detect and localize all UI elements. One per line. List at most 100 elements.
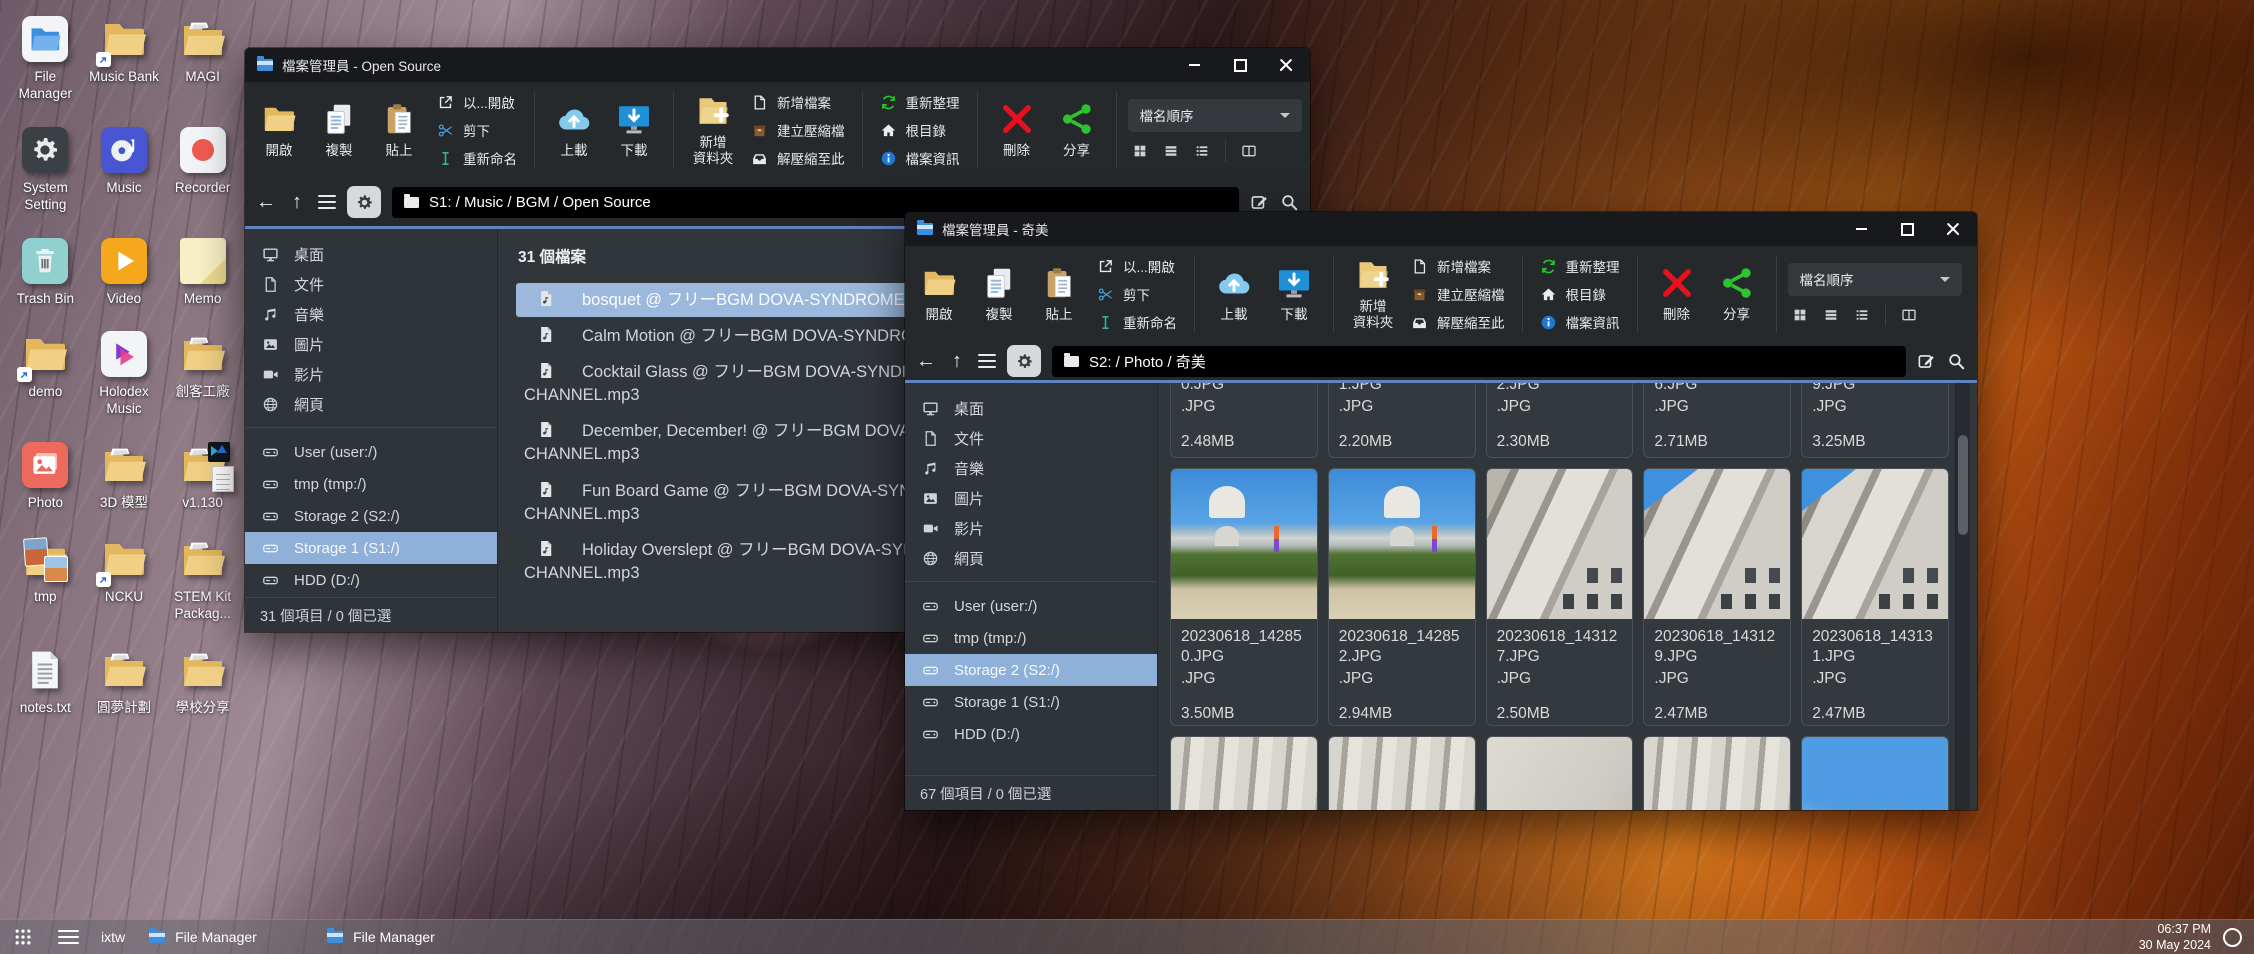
desktop-icon-dream-plan[interactable]: 圓夢計劃 xyxy=(85,641,164,721)
sidebar-item-web[interactable]: 網頁 xyxy=(905,543,1157,573)
root-button[interactable]: 根目錄 xyxy=(1540,284,1620,304)
grid-view-button[interactable] xyxy=(1132,143,1148,159)
refresh-button[interactable]: 重新整理 xyxy=(1540,256,1620,276)
up-button[interactable]: ↑ xyxy=(287,192,307,212)
photo-cell[interactable]: 20230618_143131.JPG.JPG2.47MB xyxy=(1801,468,1949,726)
search-button[interactable] xyxy=(1280,193,1299,212)
dual-pane-button[interactable] xyxy=(1901,307,1917,323)
desktop-icon-magi[interactable]: MAGI xyxy=(163,10,242,107)
desktop-icon-v1130[interactable]: v1.130 xyxy=(163,436,242,516)
file-info-button[interactable]: 檔案資訊 xyxy=(880,148,960,168)
sidebar-item-videos[interactable]: 影片 xyxy=(905,513,1157,543)
upload-button[interactable]: 上載 xyxy=(544,101,604,159)
detail-view-button[interactable] xyxy=(1194,143,1210,159)
photo-cell[interactable]: 9.JPG.JPG3.25MB xyxy=(1801,383,1949,458)
sidebar-item-documents[interactable]: 文件 xyxy=(245,269,497,299)
copy-button[interactable]: 複製 xyxy=(969,265,1029,323)
photo-cell[interactable] xyxy=(1801,736,1949,810)
sidebar-item-storage1-drive[interactable]: Storage 1 (S1:/) xyxy=(245,532,497,564)
settings-button[interactable] xyxy=(347,186,381,218)
download-button[interactable]: 下載 xyxy=(1264,265,1324,323)
open-button[interactable]: 開啟 xyxy=(909,265,969,323)
back-button[interactable]: ← xyxy=(256,192,276,212)
sidebar-item-pictures[interactable]: 圖片 xyxy=(905,483,1157,513)
photo-cell[interactable]: 6.JPG.JPG2.71MB xyxy=(1643,383,1791,458)
titlebar[interactable]: 檔案管理員 - Open Source xyxy=(245,48,1310,82)
paste-button[interactable]: 貼上 xyxy=(1029,265,1089,323)
back-button[interactable]: ← xyxy=(916,351,936,371)
sidebar-item-storage1-drive[interactable]: Storage 1 (S1:/) xyxy=(905,686,1157,718)
create-archive-button[interactable]: 建立壓縮檔 xyxy=(751,120,845,140)
desktop-icon-maker-factory[interactable]: 創客工廠 xyxy=(163,325,242,422)
sidebar-item-desktop[interactable]: 桌面 xyxy=(245,239,497,269)
desktop-icon-ncku[interactable]: NCKU xyxy=(85,530,164,627)
minimize-button[interactable] xyxy=(1186,57,1202,73)
desktop-icon-music-bank[interactable]: Music Bank xyxy=(85,10,164,107)
titlebar[interactable]: 檔案管理員 - 奇美 xyxy=(905,212,1977,246)
sort-dropdown[interactable]: 檔名順序 xyxy=(1788,263,1962,296)
photo-cell[interactable] xyxy=(1328,736,1476,810)
clock[interactable]: 06:37 PM 30 May 2024 xyxy=(2139,921,2211,954)
sidebar-item-user-drive[interactable]: User (user:/) xyxy=(245,436,497,468)
sidebar-item-hdd-drive[interactable]: HDD (D:/) xyxy=(905,718,1157,750)
desktop-icon-video[interactable]: Video xyxy=(85,232,164,312)
open-with-button[interactable]: 以...開啟 xyxy=(437,92,517,112)
photo-cell[interactable]: 20230618_142850.JPG.JPG3.50MB xyxy=(1170,468,1318,726)
desktop-icon-holodex-music[interactable]: Holodex Music xyxy=(85,325,164,422)
up-button[interactable]: ↑ xyxy=(947,351,967,371)
desktop-icon-notes-txt[interactable]: notes.txt xyxy=(6,641,85,721)
desktop-icon-file-manager[interactable]: File Manager xyxy=(6,10,85,107)
maximize-button[interactable] xyxy=(1232,57,1248,73)
app-launcher-button[interactable] xyxy=(0,927,46,947)
sidebar-item-videos[interactable]: 影片 xyxy=(245,359,497,389)
sidebar-item-music[interactable]: 音樂 xyxy=(905,453,1157,483)
photo-cell[interactable] xyxy=(1170,736,1318,810)
sidebar-item-documents[interactable]: 文件 xyxy=(905,423,1157,453)
sidebar-item-tmp-drive[interactable]: tmp (tmp:/) xyxy=(245,468,497,500)
new-file-button[interactable]: 新增檔案 xyxy=(1411,256,1505,276)
menu-button[interactable] xyxy=(318,195,336,209)
share-button[interactable]: 分享 xyxy=(1047,101,1107,159)
desktop-icon-memo[interactable]: Memo xyxy=(163,232,242,312)
file-info-button[interactable]: 檔案資訊 xyxy=(1540,312,1620,332)
search-button[interactable] xyxy=(1947,352,1966,371)
desktop-icon-stem-kit[interactable]: STEM Kit Packag... xyxy=(163,530,242,627)
paste-button[interactable]: 貼上 xyxy=(369,101,429,159)
desktop-icon-trash-bin[interactable]: Trash Bin xyxy=(6,232,85,312)
grid-view-button[interactable] xyxy=(1792,307,1808,323)
close-button[interactable] xyxy=(1278,57,1294,73)
photo-cell[interactable] xyxy=(1643,736,1791,810)
taskbar-task-file-manager-1[interactable]: File Manager xyxy=(149,929,301,945)
sidebar-item-tmp-drive[interactable]: tmp (tmp:/) xyxy=(905,622,1157,654)
photo-cell[interactable]: 20230618_142852.JPG.JPG2.94MB xyxy=(1328,468,1476,726)
photo-cell[interactable]: 1.JPG.JPG2.20MB xyxy=(1328,383,1476,458)
edit-path-button[interactable] xyxy=(1250,193,1269,212)
delete-button[interactable]: 刪除 xyxy=(987,101,1047,159)
new-file-button[interactable]: 新增檔案 xyxy=(751,92,845,112)
taskbar-task-file-manager-2[interactable]: File Manager xyxy=(327,929,479,945)
sidebar-item-desktop[interactable]: 桌面 xyxy=(905,393,1157,423)
maximize-button[interactable] xyxy=(1899,221,1915,237)
desktop-icon-system-setting[interactable]: System Setting xyxy=(6,121,85,218)
sort-dropdown[interactable]: 檔名順序 xyxy=(1128,99,1302,132)
task-list-button[interactable] xyxy=(58,930,79,945)
desktop-icon-3d-models[interactable]: 3D 模型 xyxy=(85,436,164,516)
photo-cell[interactable]: 20230618_143129.JPG.JPG2.47MB xyxy=(1643,468,1791,726)
desktop-icon-tmp[interactable]: tmp xyxy=(6,530,85,627)
desktop-icon-recorder[interactable]: Recorder xyxy=(163,121,242,218)
upload-button[interactable]: 上載 xyxy=(1204,265,1264,323)
new-folder-button[interactable]: 新增資料夾 xyxy=(683,93,743,166)
desktop-icon-music[interactable]: Music xyxy=(85,121,164,218)
edit-path-button[interactable] xyxy=(1917,352,1936,371)
refresh-button[interactable]: 重新整理 xyxy=(880,92,960,112)
path-field[interactable]: S2: / Photo / 奇美 xyxy=(1052,346,1906,377)
create-archive-button[interactable]: 建立壓縮檔 xyxy=(1411,284,1505,304)
scrollbar[interactable] xyxy=(1955,383,1970,810)
dual-pane-button[interactable] xyxy=(1241,143,1257,159)
list-view-button[interactable] xyxy=(1823,307,1839,323)
open-with-button[interactable]: 以...開啟 xyxy=(1097,256,1177,276)
sidebar-item-web[interactable]: 網頁 xyxy=(245,389,497,419)
extract-here-button[interactable]: 解壓縮至此 xyxy=(751,148,845,168)
extract-here-button[interactable]: 解壓縮至此 xyxy=(1411,312,1505,332)
sidebar-item-pictures[interactable]: 圖片 xyxy=(245,329,497,359)
